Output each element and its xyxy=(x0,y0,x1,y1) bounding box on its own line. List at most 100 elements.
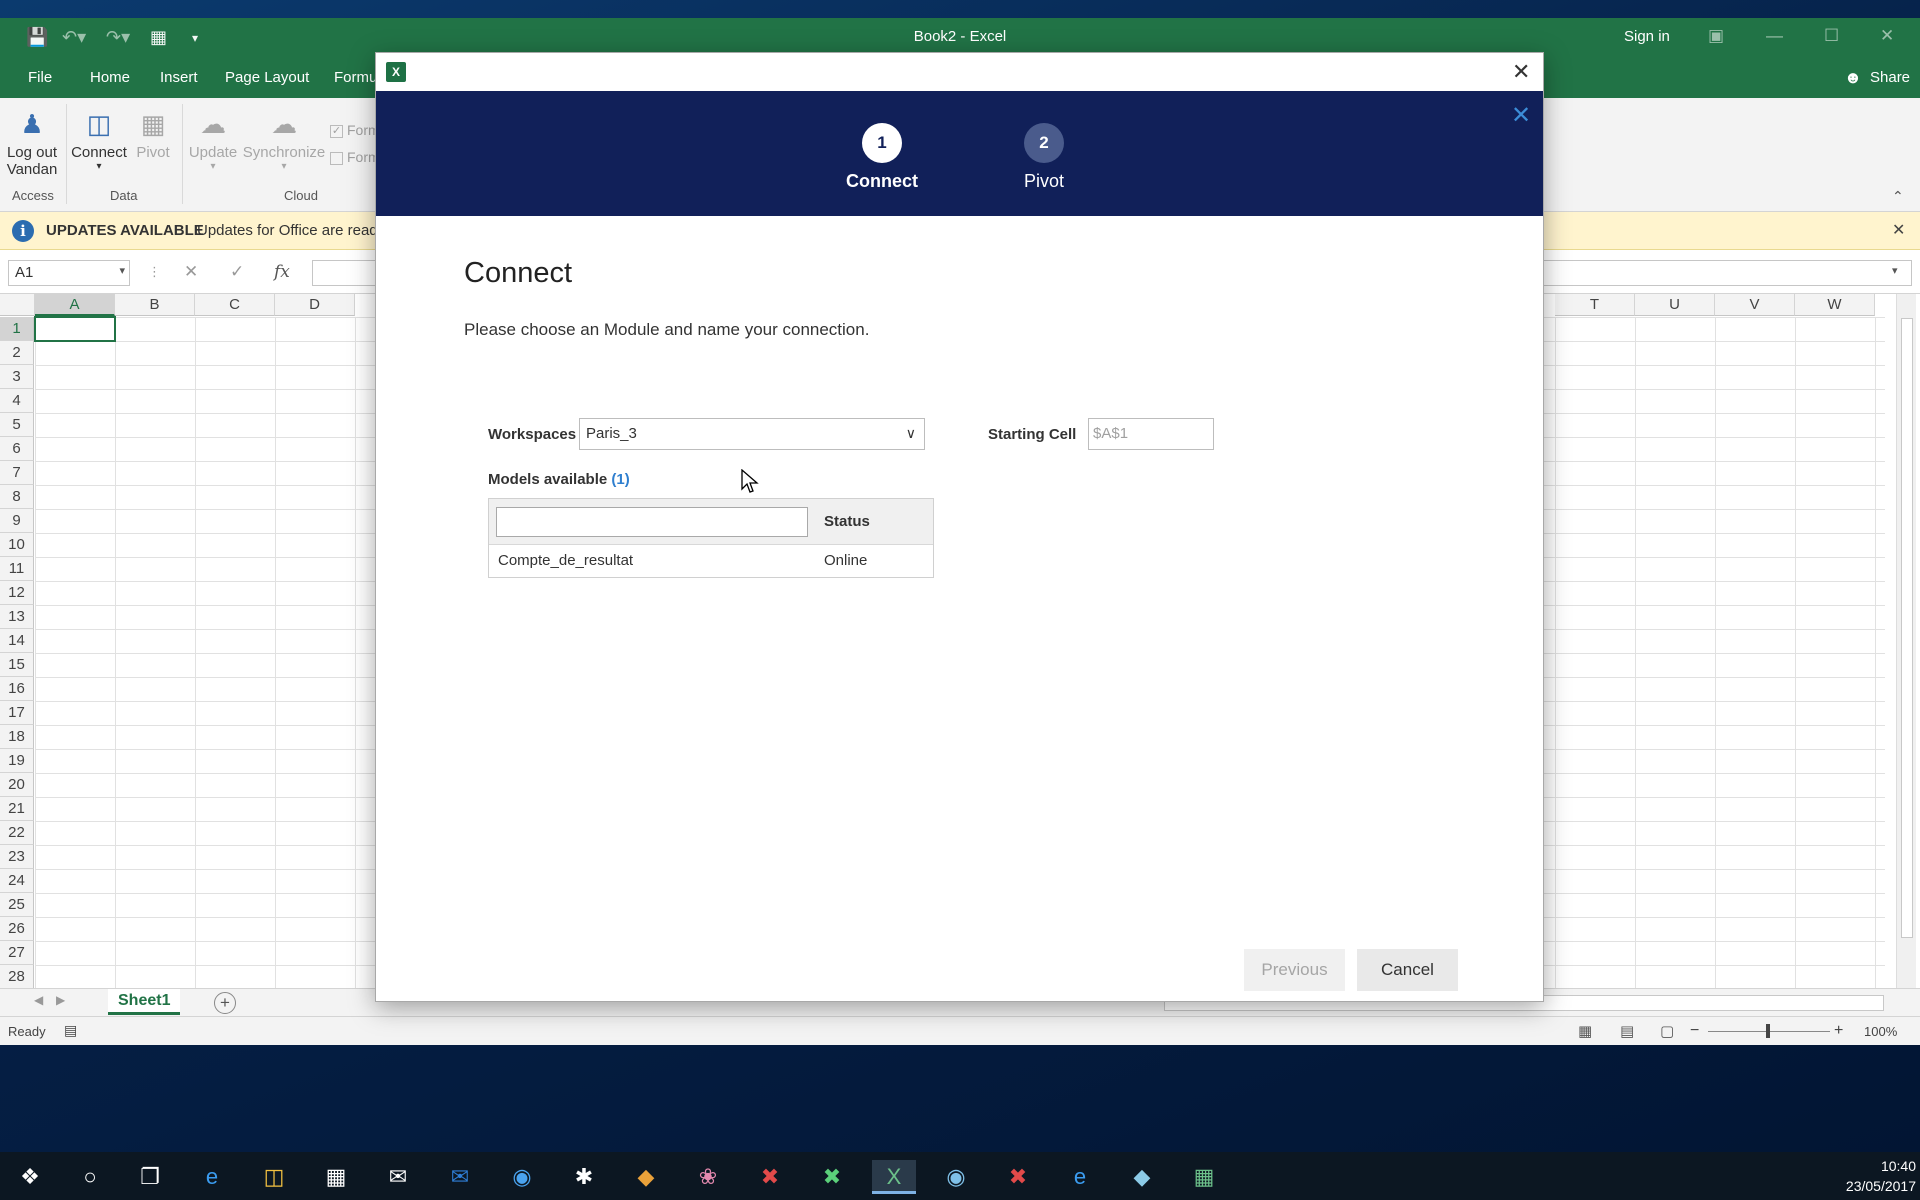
row-header[interactable]: 4 xyxy=(0,389,34,413)
next-sheet-icon[interactable]: ▶ xyxy=(56,993,65,1007)
tools-red-icon[interactable]: ✖ xyxy=(996,1160,1040,1194)
cancel-button[interactable]: Cancel xyxy=(1357,949,1458,991)
expand-formula-icon[interactable]: ▾ xyxy=(1892,264,1898,277)
row-header[interactable]: 20 xyxy=(0,773,34,797)
tab-insert[interactable]: Insert xyxy=(160,69,198,86)
model-search-input[interactable] xyxy=(496,507,808,537)
column-header[interactable]: T xyxy=(1555,294,1635,316)
row-header[interactable]: 22 xyxy=(0,821,34,845)
task-view-icon[interactable]: ❐ xyxy=(128,1160,172,1194)
tools-green-icon[interactable]: ✖ xyxy=(810,1160,854,1194)
collapse-ribbon-icon[interactable]: ⌃ xyxy=(1892,188,1904,205)
search-icon[interactable]: ○ xyxy=(68,1160,112,1194)
scroll-thumb[interactable] xyxy=(1901,318,1913,938)
vertical-scrollbar[interactable] xyxy=(1896,294,1916,988)
close-wizard-icon[interactable]: ✕ xyxy=(1511,101,1531,130)
row-header[interactable]: 1 xyxy=(0,317,34,341)
row-header[interactable]: 21 xyxy=(0,797,34,821)
column-header[interactable]: V xyxy=(1715,294,1795,316)
row-header[interactable]: 19 xyxy=(0,749,34,773)
column-header[interactable]: U xyxy=(1635,294,1715,316)
select-all-corner[interactable] xyxy=(0,294,35,316)
row-header[interactable]: 9 xyxy=(0,509,34,533)
row-header[interactable]: 18 xyxy=(0,725,34,749)
step-connect[interactable]: 1 Connect xyxy=(822,123,942,192)
row-header[interactable]: 17 xyxy=(0,701,34,725)
row-header[interactable]: 24 xyxy=(0,869,34,893)
row-header[interactable]: 3 xyxy=(0,365,34,389)
row-header[interactable]: 13 xyxy=(0,605,34,629)
cancel-entry-icon[interactable]: ✕ xyxy=(184,262,198,282)
row-header[interactable]: 28 xyxy=(0,965,34,988)
row-header[interactable]: 16 xyxy=(0,677,34,701)
ribbon-display-icon[interactable]: ▣ xyxy=(1708,26,1724,46)
file-explorer-icon[interactable]: ◫ xyxy=(252,1160,296,1194)
column-header[interactable]: A xyxy=(35,294,115,316)
sign-in-link[interactable]: Sign in xyxy=(1624,28,1670,45)
store-icon[interactable]: ▦ xyxy=(314,1160,358,1194)
maximize-icon[interactable]: ☐ xyxy=(1824,26,1839,46)
close-window-icon[interactable]: ✕ xyxy=(1880,26,1894,46)
close-banner-icon[interactable]: ✕ xyxy=(1892,220,1905,240)
row-header[interactable]: 27 xyxy=(0,941,34,965)
row-header[interactable]: 26 xyxy=(0,917,34,941)
app-square-icon[interactable]: ◆ xyxy=(1120,1160,1164,1194)
column-header[interactable]: C xyxy=(195,294,275,316)
zoom-level[interactable]: 100% xyxy=(1864,1024,1897,1039)
starting-cell-input[interactable]: $A$1 xyxy=(1088,418,1214,450)
close-dialog-icon[interactable]: ✕ xyxy=(1512,59,1530,85)
tab-page-layout[interactable]: Page Layout xyxy=(225,69,309,86)
prev-sheet-icon[interactable]: ◀ xyxy=(34,993,43,1007)
zoom-slider-thumb[interactable] xyxy=(1766,1024,1770,1038)
person-icon[interactable]: ☻ xyxy=(1844,68,1862,88)
row-header[interactable]: 5 xyxy=(0,413,34,437)
row-header[interactable]: 12 xyxy=(0,581,34,605)
active-cell[interactable] xyxy=(34,316,116,342)
add-sheet-icon[interactable]: + xyxy=(214,992,236,1014)
row-header[interactable]: 11 xyxy=(0,557,34,581)
row-header[interactable]: 15 xyxy=(0,653,34,677)
row-header[interactable]: 7 xyxy=(0,461,34,485)
normal-view-icon[interactable]: ▦ xyxy=(1578,1022,1592,1040)
connect-button[interactable]: ◫ Connect ▾ xyxy=(70,104,128,172)
row-header[interactable]: 23 xyxy=(0,845,34,869)
insert-function-icon[interactable]: fx xyxy=(274,262,290,282)
tab-home[interactable]: Home xyxy=(90,69,130,86)
zoom-in-icon[interactable]: + xyxy=(1834,1022,1843,1040)
share-button[interactable]: Share xyxy=(1870,69,1910,86)
update-button[interactable]: ☁ Update ▾ xyxy=(186,104,240,172)
row-header[interactable]: 10 xyxy=(0,533,34,557)
enter-entry-icon[interactable]: ✓ xyxy=(230,262,244,282)
mail-icon[interactable]: ✉ xyxy=(376,1160,420,1194)
row-header[interactable]: 14 xyxy=(0,629,34,653)
row-header[interactable]: 25 xyxy=(0,893,34,917)
slack-icon[interactable]: ✱ xyxy=(562,1160,606,1194)
video-icon[interactable]: ◉ xyxy=(500,1160,544,1194)
pivot-button[interactable]: ▦ Pivot xyxy=(132,104,174,161)
row-header[interactable]: 8 xyxy=(0,485,34,509)
table-row[interactable]: Compte_de_resultat Online xyxy=(489,545,933,577)
tab-formulas[interactable]: Formu xyxy=(334,69,377,86)
globe-icon[interactable]: ◉ xyxy=(934,1160,978,1194)
macro-record-icon[interactable]: ▤ xyxy=(64,1022,77,1039)
row-header[interactable]: 6 xyxy=(0,437,34,461)
zoom-out-icon[interactable]: − xyxy=(1690,1022,1699,1040)
windows-start-icon[interactable]: ❖ xyxy=(8,1160,52,1194)
synchronize-button[interactable]: ☁ Synchronize ▾ xyxy=(242,104,326,172)
edge-icon[interactable]: e xyxy=(190,1160,234,1194)
workspaces-select[interactable]: Paris_3 ∨ xyxy=(579,418,925,450)
system-clock[interactable]: 10:40 23/05/2017 xyxy=(1816,1156,1916,1196)
outlook-icon[interactable]: ✉ xyxy=(438,1160,482,1194)
excel-addin-icon[interactable]: ▦ xyxy=(1182,1160,1226,1194)
app-icon[interactable]: ◆ xyxy=(624,1160,668,1194)
page-break-view-icon[interactable]: ▢ xyxy=(1660,1022,1674,1040)
row-header[interactable]: 2 xyxy=(0,341,34,365)
previous-button[interactable]: Previous xyxy=(1244,949,1345,991)
column-header[interactable]: D xyxy=(275,294,355,316)
log-out-button[interactable]: ♟ Log out Vandan xyxy=(6,104,58,178)
page-layout-view-icon[interactable]: ▤ xyxy=(1620,1022,1634,1040)
internet-explorer-icon[interactable]: e xyxy=(1058,1160,1102,1194)
excel-taskbar-icon[interactable]: X xyxy=(872,1160,916,1194)
column-header[interactable]: B xyxy=(115,294,195,316)
format-checkbox-2[interactable]: Form xyxy=(330,149,380,165)
